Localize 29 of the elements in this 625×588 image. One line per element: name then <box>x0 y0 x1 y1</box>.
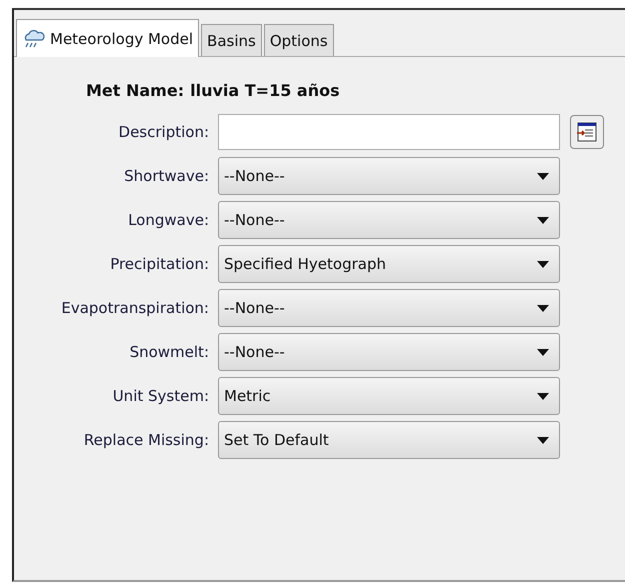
description-field[interactable] <box>218 114 560 150</box>
field-label: Evapotranspiration: <box>60 299 210 317</box>
dropdown[interactable]: --None-- <box>218 333 560 371</box>
description-editor-button[interactable] <box>570 115 604 149</box>
met-name-label: Met Name: <box>86 81 184 100</box>
field-label: Unit System: <box>112 387 210 405</box>
field-label: Snowmelt: <box>128 343 210 361</box>
tab[interactable]: Meteorology Model <box>16 19 200 57</box>
met-name-value: lluvia T=15 años <box>190 81 340 100</box>
dropdown[interactable]: --None-- <box>218 157 560 195</box>
dropdown[interactable]: --None-- <box>218 201 560 239</box>
caret-icon <box>537 172 549 180</box>
tab[interactable]: Basins <box>201 24 262 56</box>
field-label: Longwave: <box>127 211 210 229</box>
field-label: Shortwave: <box>123 167 210 185</box>
caret-icon <box>537 260 549 268</box>
dropdown[interactable]: Metric <box>218 377 560 415</box>
field-label: Precipitation: <box>109 255 210 273</box>
tab[interactable]: Options <box>264 24 334 56</box>
caret-icon <box>537 348 549 356</box>
field-label: Replace Missing: <box>82 431 210 449</box>
dropdown[interactable]: Set To Default <box>218 421 560 459</box>
caret-icon <box>537 392 549 400</box>
caret-icon <box>537 436 549 444</box>
dropdown[interactable]: --None-- <box>218 289 560 327</box>
caret-icon <box>537 304 549 312</box>
caret-icon <box>537 216 549 224</box>
dropdown[interactable]: Specified Hyetograph <box>218 245 560 283</box>
field-label: Description: <box>118 123 210 141</box>
